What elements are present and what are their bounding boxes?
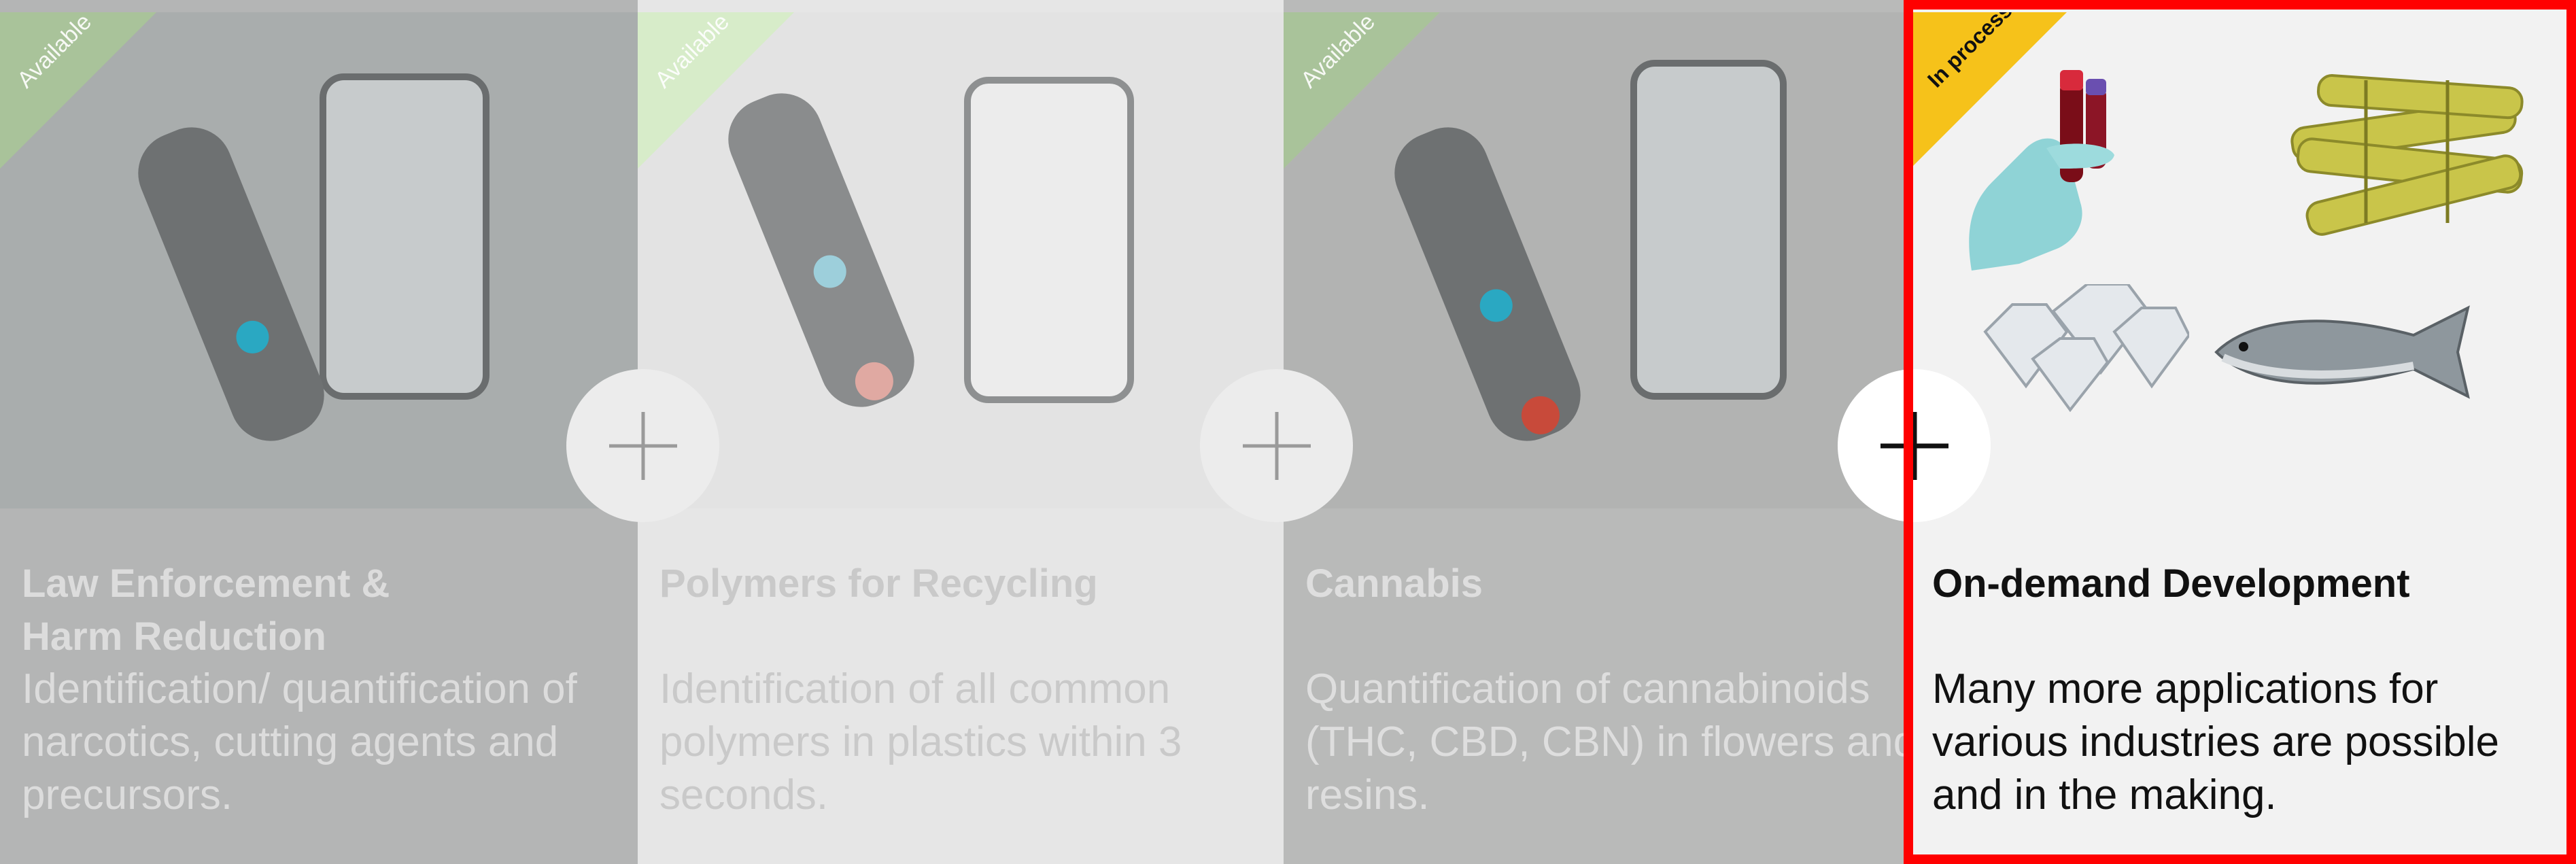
card-law-enforcement[interactable]: Available Law Enforcement & Harm Reducti… xyxy=(0,0,638,864)
card-title-line1: Cannabis xyxy=(1305,561,1483,606)
application-cards: Available Law Enforcement & Harm Reducti… xyxy=(0,0,2576,864)
salmon-icon xyxy=(2214,305,2470,399)
scanner-button xyxy=(231,315,274,359)
scanner-illustration xyxy=(1382,115,1593,453)
plus-icon xyxy=(608,411,677,480)
device-photo xyxy=(0,12,638,508)
expand-button[interactable] xyxy=(1838,369,1991,522)
card-title: Cannabis xyxy=(1305,557,1904,610)
card-description: Quantification of cannabinoids (THC, CBD… xyxy=(1305,666,1910,818)
smartphone-illustration xyxy=(320,73,490,400)
device-photo xyxy=(1284,12,1910,508)
card-description: Identification/ quantification of narcot… xyxy=(22,666,577,818)
card-title: Law Enforcement & Harm Reduction xyxy=(22,557,620,663)
scanner-illustration xyxy=(126,115,337,453)
smartphone-illustration xyxy=(1630,60,1787,400)
device-photo xyxy=(638,12,1284,508)
card-title-line1: Polymers for Recycling xyxy=(659,561,1098,606)
card-description: Many more applications for various indus… xyxy=(1932,666,2499,818)
diamonds-icon xyxy=(1983,284,2189,413)
card-title: On-demand Development xyxy=(1932,557,2530,610)
card-title: Polymers for Recycling xyxy=(659,557,1258,610)
expand-button[interactable] xyxy=(566,369,719,522)
scanner-button xyxy=(1475,284,1517,327)
card-cannabis[interactable]: Available Cannabis Quantification of can… xyxy=(1284,0,1910,864)
card-title-line1: Law Enforcement & xyxy=(22,561,390,606)
card-on-demand-development[interactable]: In process On-demand Development Many mo… xyxy=(1910,0,2576,864)
card-polymers[interactable]: Available Polymers for Recycling Identif… xyxy=(638,0,1284,864)
applications-collage xyxy=(1910,12,2576,413)
plus-icon xyxy=(1880,411,1948,480)
card-title-line1: On-demand Development xyxy=(1932,561,2410,606)
plus-icon xyxy=(1242,411,1311,480)
scanner-button xyxy=(808,250,851,293)
sugar-cane-icon xyxy=(2290,74,2524,236)
expand-button[interactable] xyxy=(1200,369,1353,522)
scanner-illustration xyxy=(716,81,927,419)
scanner-light xyxy=(1515,390,1566,440)
card-title-line2: Harm Reduction xyxy=(22,615,326,659)
card-description: Identification of all common polymers in… xyxy=(659,666,1182,818)
scanner-light xyxy=(849,356,899,407)
smartphone-illustration xyxy=(964,77,1134,403)
